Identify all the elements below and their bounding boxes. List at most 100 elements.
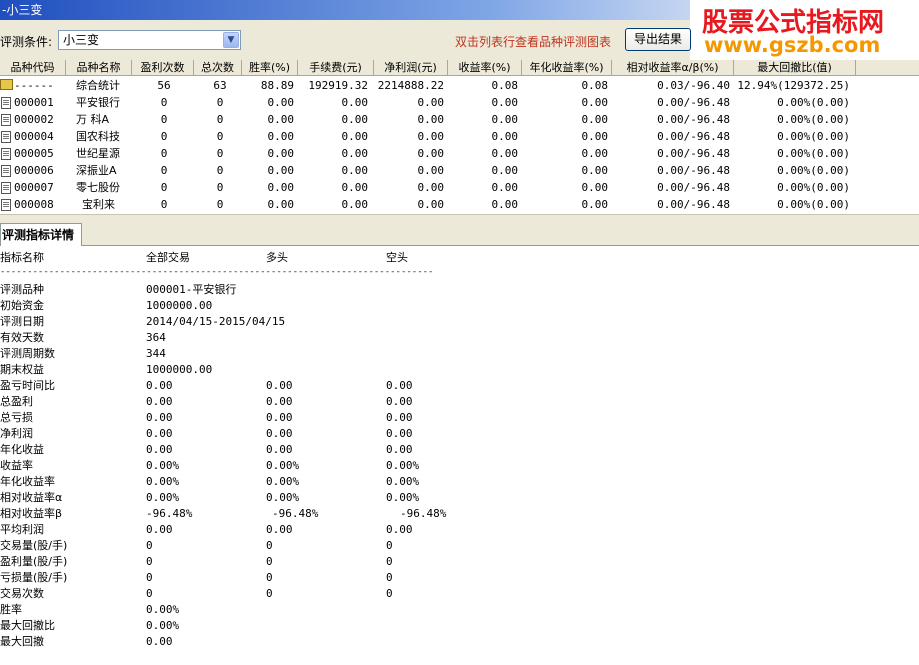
- table-row[interactable]: 000004 国农科技 0 0 0.00 0.00 0.00 0.00 0.00…: [0, 128, 919, 145]
- cell-return: 0.00: [491, 164, 519, 177]
- detail-metric-name: 净利润: [0, 427, 33, 440]
- cell-winrate: 0.00: [267, 147, 295, 160]
- cell-code: 000006: [14, 164, 54, 177]
- col-header-wins[interactable]: 盈利次数: [132, 60, 194, 76]
- cell-wins: 0: [160, 198, 168, 211]
- cell-annual-return: 0.00: [581, 147, 609, 160]
- detail-value-short: -96.48%: [400, 507, 447, 520]
- detail-row: 盈利量(股/手) 0 0 0: [0, 554, 600, 570]
- table-row[interactable]: 000008 宝利来 0 0 0.00 0.00 0.00 0.00 0.00 …: [0, 196, 919, 213]
- col-header-relative-return[interactable]: 相对收益率α/β(%): [612, 60, 734, 76]
- detail-value-all: 0.00: [146, 635, 173, 648]
- detail-value-all: 000001-平安银行: [146, 283, 237, 296]
- tab-detail[interactable]: 评测指标详情: [0, 223, 82, 247]
- detail-row: 净利润 0.00 0.00 0.00: [0, 426, 600, 442]
- table-row[interactable]: 000001 平安银行 0 0 0.00 0.00 0.00 0.00 0.00…: [0, 94, 919, 111]
- detail-value-all: 0: [146, 587, 153, 600]
- detail-value-long: 0.00%: [266, 459, 300, 472]
- detail-value-all: 0.00: [146, 443, 173, 456]
- cell-winrate: 88.89: [260, 79, 294, 92]
- detail-header-metric: 指标名称: [0, 251, 44, 264]
- detail-value-long: 0.00: [266, 379, 293, 392]
- document-icon: [1, 165, 11, 177]
- cell-fee: 0.00: [341, 198, 369, 211]
- col-header-fee[interactable]: 手续费(元): [298, 60, 374, 76]
- chevron-down-icon[interactable]: ▼: [223, 32, 239, 48]
- cell-profit: 0.00: [417, 130, 445, 143]
- detail-value-short: 0.00: [386, 443, 413, 456]
- cell-code: 000008: [14, 198, 54, 211]
- cell-total: 63: [213, 79, 227, 92]
- detail-value-short: 0.00%: [386, 491, 420, 504]
- col-header-annual-return[interactable]: 年化收益率(%): [522, 60, 612, 76]
- cell-max-drawdown: 12.94%(129372.25): [737, 79, 850, 92]
- cell-total: 0: [216, 96, 224, 109]
- col-header-winrate[interactable]: 胜率(%): [242, 60, 298, 76]
- detail-value-all: 1000000.00: [146, 363, 213, 376]
- detail-value-long: -96.48%: [272, 507, 319, 520]
- cell-wins: 0: [160, 147, 168, 160]
- table-row[interactable]: 000007 零七股份 0 0 0.00 0.00 0.00 0.00 0.00…: [0, 179, 919, 196]
- condition-select[interactable]: 小三变 ▼: [58, 30, 241, 50]
- detail-metric-name: 年化收益率: [0, 475, 55, 488]
- cell-annual-return: 0.00: [581, 164, 609, 177]
- document-icon: [1, 182, 11, 194]
- table-row[interactable]: 000005 世纪星源 0 0 0.00 0.00 0.00 0.00 0.00…: [0, 145, 919, 162]
- detail-metric-name: 评测周期数: [0, 347, 55, 360]
- col-header-return[interactable]: 收益率(%): [448, 60, 522, 76]
- cell-max-drawdown: 0.00%(0.00): [777, 147, 850, 160]
- detail-metric-name: 交易次数: [0, 587, 44, 600]
- detail-row: 盈亏时间比 0.00 0.00 0.00: [0, 378, 600, 394]
- detail-metric-name: 胜率: [0, 603, 22, 616]
- condition-select-value: 小三变: [63, 33, 100, 47]
- detail-metric-name: 总盈利: [0, 395, 33, 408]
- cell-total: 0: [216, 198, 224, 211]
- results-table: 品种代码 品种名称 盈利次数 总次数 胜率(%) 手续费(元) 净利润(元) 收…: [0, 60, 919, 214]
- cell-wins: 0: [160, 164, 168, 177]
- cell-code: 000005: [14, 147, 54, 160]
- cell-max-drawdown: 0.00%(0.00): [777, 113, 850, 126]
- detail-value-all: 0.00%: [146, 619, 180, 632]
- cell-annual-return: 0.00: [581, 198, 609, 211]
- cell-name: 平安银行: [76, 96, 120, 109]
- toolbar: 评测条件: 小三变 ▼ 双击列表行查看品种评测图表 导出结果: [0, 20, 691, 60]
- detail-value-long: 0.00: [266, 523, 293, 536]
- cell-code: 000007: [14, 181, 54, 194]
- detail-metric-name: 收益率: [0, 459, 33, 472]
- detail-value-all: 2014/04/15-2015/04/15: [146, 315, 286, 328]
- detail-value-all: 364: [146, 331, 166, 344]
- cell-relative-return: 0.00/-96.48: [657, 181, 730, 194]
- detail-value-all: 0.00: [146, 523, 173, 536]
- col-header-name[interactable]: 品种名称: [66, 60, 132, 76]
- cell-winrate: 0.00: [267, 164, 295, 177]
- table-row[interactable]: ------ 综合统计 56 63 88.89 192919.32 221488…: [0, 77, 919, 94]
- detail-value-short: 0: [386, 539, 393, 552]
- detail-value-all: 0: [146, 555, 153, 568]
- detail-value-short: 0: [386, 571, 393, 584]
- cell-relative-return: 0.00/-96.48: [657, 147, 730, 160]
- cell-fee: 0.00: [341, 164, 369, 177]
- detail-metric-name: 年化收益: [0, 443, 44, 456]
- cell-name: 世纪星源: [76, 147, 120, 160]
- detail-value-long: 0: [266, 555, 273, 568]
- detail-metric-name: 评测品种: [0, 283, 44, 296]
- cell-fee: 0.00: [341, 113, 369, 126]
- cell-annual-return: 0.00: [581, 113, 609, 126]
- cell-wins: 56: [157, 79, 171, 92]
- detail-row: 平均利润 0.00 0.00 0.00: [0, 522, 600, 538]
- detail-metric-name: 评测日期: [0, 315, 44, 328]
- table-row[interactable]: 000002 万 科A 0 0 0.00 0.00 0.00 0.00 0.00…: [0, 111, 919, 128]
- col-header-total[interactable]: 总次数: [194, 60, 242, 76]
- detail-value-short: 0.00: [386, 379, 413, 392]
- col-header-code[interactable]: 品种代码: [0, 60, 66, 76]
- detail-value-long: 0.00: [266, 427, 293, 440]
- cell-return: 0.00: [491, 181, 519, 194]
- detail-header-all: 全部交易: [146, 251, 190, 264]
- col-header-profit[interactable]: 净利润(元): [374, 60, 448, 76]
- col-header-max-drawdown[interactable]: 最大回撤比(值): [734, 60, 856, 76]
- detail-metric-name: 亏损量(股/手): [0, 571, 68, 584]
- export-button[interactable]: 导出结果: [625, 28, 691, 51]
- cell-return: 0.00: [491, 198, 519, 211]
- table-row[interactable]: 000006 深振业A 0 0 0.00 0.00 0.00 0.00 0.00…: [0, 162, 919, 179]
- cell-fee: 0.00: [341, 147, 369, 160]
